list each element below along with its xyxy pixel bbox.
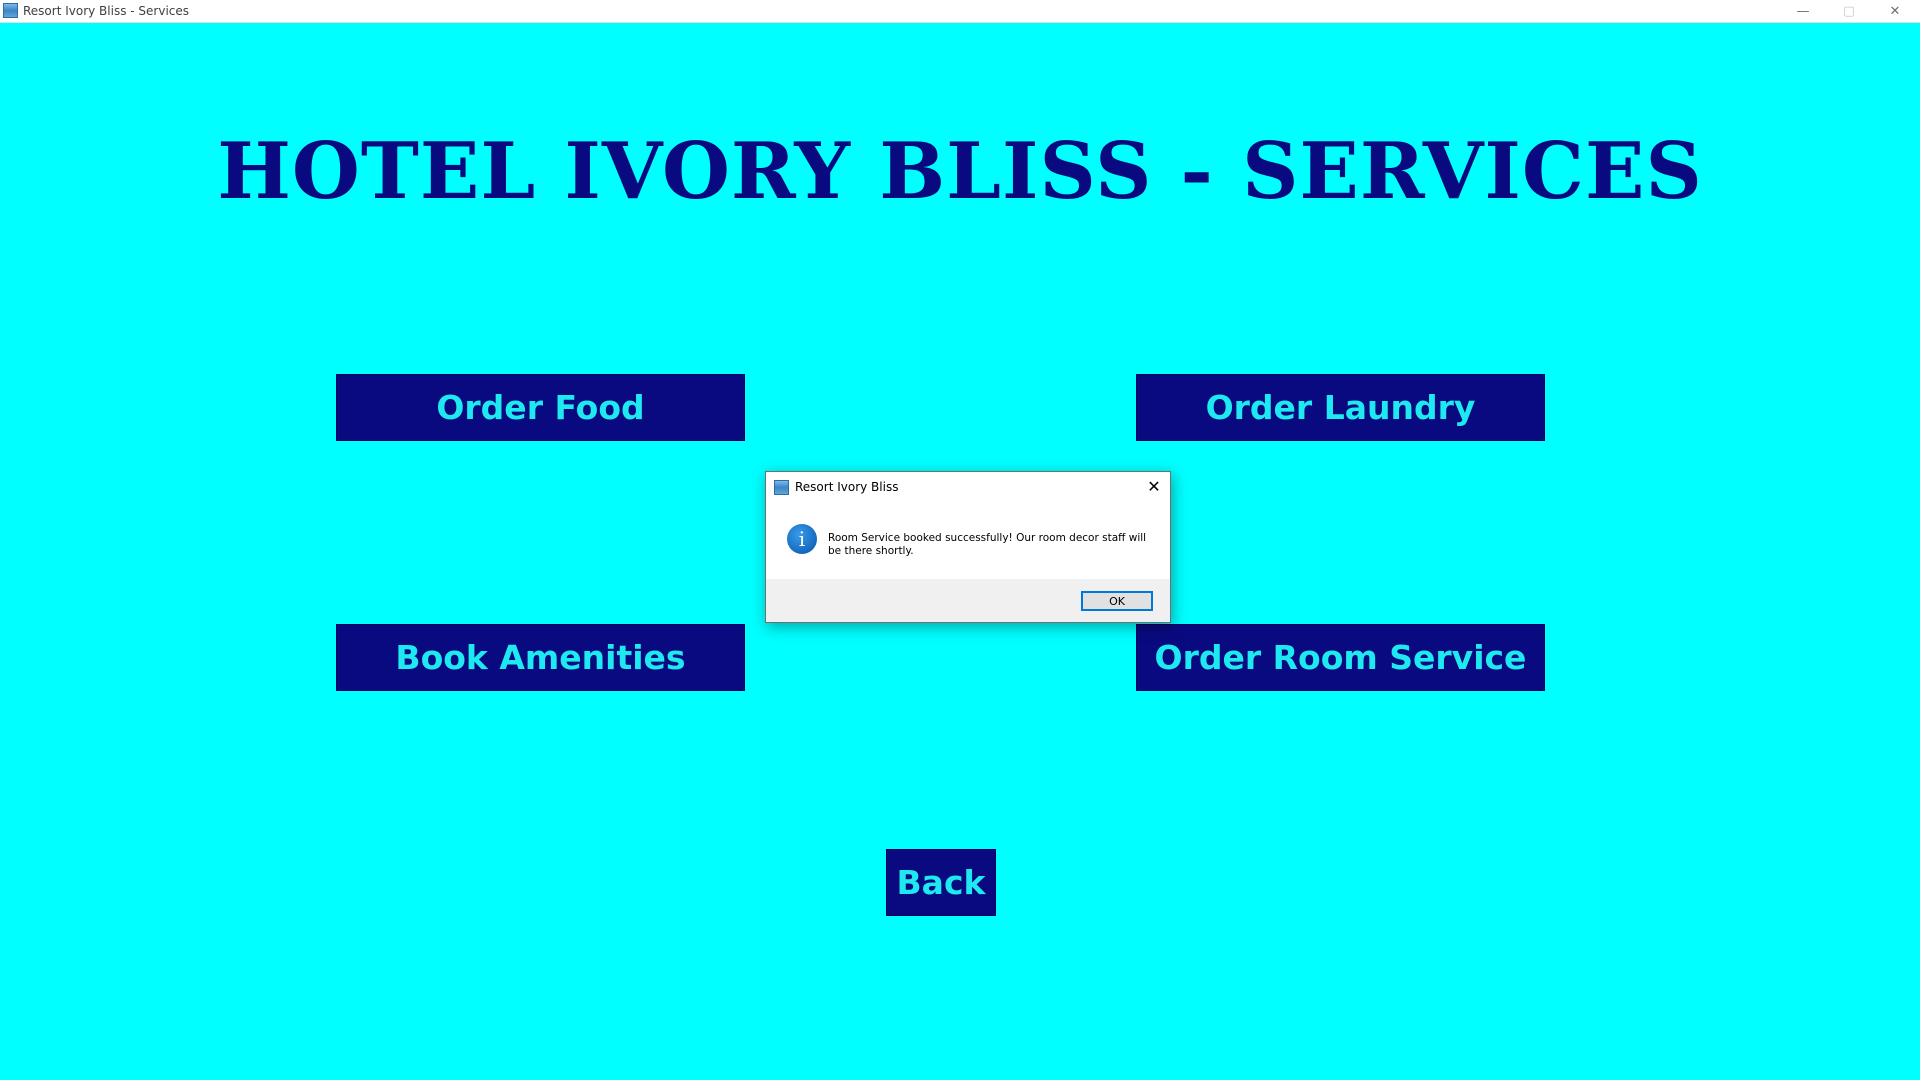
dialog-title: Resort Ivory Bliss (795, 480, 899, 494)
book-amenities-button[interactable]: Book Amenities (336, 624, 745, 691)
minimize-button[interactable]: — (1780, 0, 1826, 22)
close-window-button[interactable]: ✕ (1872, 0, 1918, 22)
back-button[interactable]: Back (886, 849, 996, 916)
app-window: Resort Ivory Bliss - Services — ▢ ✕ HOTE… (0, 0, 1920, 1080)
dialog-footer: OK (766, 579, 1170, 622)
message-dialog: Resort Ivory Bliss ✕ i Room Service book… (765, 471, 1171, 623)
window-title: Resort Ivory Bliss - Services (23, 4, 190, 18)
dialog-title-bar[interactable]: Resort Ivory Bliss ✕ (766, 472, 1170, 502)
page-title: HOTEL IVORY BLISS - SERVICES (217, 126, 1703, 217)
order-food-button[interactable]: Order Food (336, 374, 745, 441)
order-laundry-button[interactable]: Order Laundry (1136, 374, 1545, 441)
dialog-message: Room Service booked successfully! Our ro… (828, 532, 1147, 557)
title-bar[interactable]: Resort Ivory Bliss - Services — ▢ ✕ (0, 0, 1920, 23)
order-room-service-button[interactable]: Order Room Service (1136, 624, 1545, 691)
info-icon: i (787, 524, 817, 554)
ok-button[interactable]: OK (1081, 591, 1153, 611)
dialog-body: i Room Service booked successfully! Our … (766, 502, 1170, 568)
maximize-button[interactable]: ▢ (1826, 0, 1872, 22)
app-icon (3, 3, 18, 18)
app-icon (774, 480, 789, 495)
dialog-close-icon[interactable]: ✕ (1142, 475, 1166, 497)
